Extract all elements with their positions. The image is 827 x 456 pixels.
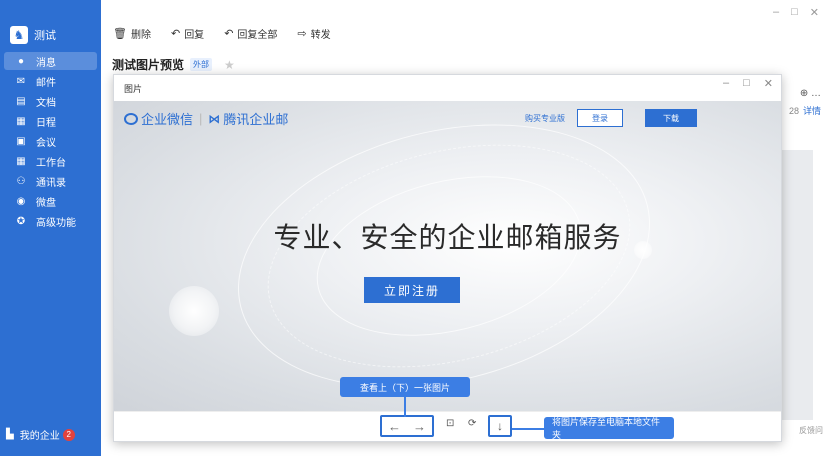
sidebar-item-label: 日程 <box>36 117 56 129</box>
window-controls: – □ ✕ <box>773 6 819 19</box>
preview-window-controls: – □ ✕ <box>723 77 773 90</box>
sidebar-item-4[interactable]: ▣ 会议 <box>4 132 97 150</box>
sidebar-nav: ● 消息 ✉ 邮件 ▤ 文档 ▦ 日程 ▣ 会议 ▦ 工作台 ⚇ 通讯录 ◉ 微盘 ✪ 高级功能 <box>0 52 101 230</box>
sidebar-item-8[interactable]: ✪ 高级功能 <box>4 212 97 230</box>
sidebar: ♞ 测试 ● 消息 ✉ 邮件 ▤ 文档 ▦ 日程 ▣ 会议 ▦ 工作台 ⚇ 通讯录 ◉ 微盘 ✪ 高级功能 ▙ 我… <box>0 0 101 456</box>
sidebar-item-6[interactable]: ⚇ 通讯录 <box>4 172 97 190</box>
reply-label: 回复 <box>184 30 205 41</box>
preview-minimize-icon[interactable]: – <box>723 77 729 90</box>
sidebar-item-label: 通讯录 <box>36 177 66 189</box>
sidebar-item-7[interactable]: ◉ 微盘 <box>4 192 97 210</box>
org-logo-icon: ♞ <box>10 26 28 44</box>
trash-icon: 🗑 <box>113 28 127 40</box>
feedback-link[interactable]: 反馈问 <box>799 425 823 436</box>
tencent-mail-name: 腾讯企业邮 <box>223 112 289 127</box>
forward-button[interactable]: ⇨ 转发 <box>297 26 330 41</box>
tencent-mail-brand: ⋈ 腾讯企业邮 <box>208 109 288 128</box>
prev-image-icon[interactable]: ← <box>388 419 401 434</box>
download-icon: ↓ <box>497 419 503 433</box>
wework-brand: 企业微信 <box>124 109 193 128</box>
rotate-icon[interactable]: ⟳ <box>468 418 476 429</box>
detail-label: 详情 <box>802 106 821 116</box>
mail-icon: ✉ <box>16 75 26 87</box>
nav-tip-connector <box>404 397 406 417</box>
nav-tip-callout: 查看上（下）一张图片 <box>340 377 470 397</box>
reply-all-icon: ↶ <box>224 28 234 40</box>
org-header[interactable]: ♞ 测试 <box>0 18 101 52</box>
brand-logos: 企业微信 | ⋈ 腾讯企业邮 <box>124 109 288 128</box>
original-size-icon[interactable]: ⊡ <box>446 418 454 429</box>
preview-close-icon[interactable]: ✕ <box>764 77 773 90</box>
attachment-placeholder <box>779 150 813 420</box>
preview-toolbar: ← → ⊡ ⟳ ↓ <box>114 411 781 441</box>
prev-next-group: ← → <box>380 415 434 437</box>
maximize-icon[interactable]: □ <box>791 6 798 19</box>
advanced-icon: ✪ <box>16 215 26 227</box>
close-icon[interactable]: ✕ <box>810 6 819 19</box>
forward-label: 转发 <box>310 30 331 41</box>
slogan: 专业、安全的企业邮箱服务 <box>273 222 622 253</box>
tencent-mail-logo-icon: ⋈ <box>208 111 221 126</box>
save-tip-callout: 将图片保存至电脑本地文件夹 <box>544 417 674 440</box>
sidebar-item-label: 工作台 <box>36 157 66 169</box>
forward-icon: ⇨ <box>297 28 307 40</box>
wework-name: 企业微信 <box>141 112 194 127</box>
delete-label: 删除 <box>130 30 151 41</box>
enterprise-icon: ▙ <box>6 429 14 440</box>
sidebar-item-0[interactable]: ● 消息 <box>4 52 97 70</box>
sidebar-item-label: 高级功能 <box>36 217 76 229</box>
sidebar-item-label: 会议 <box>36 137 56 149</box>
calendar-icon: ▦ <box>16 115 26 127</box>
mail-header: 测试图片预览 外部 ★ <box>112 56 235 73</box>
chat-bubble-icon: ● <box>17 55 25 67</box>
brand-separator: | <box>199 111 203 126</box>
decor-orb <box>169 286 219 336</box>
mail-subject: 测试图片预览 <box>112 58 185 72</box>
reply-all-label: 回复全部 <box>237 30 278 41</box>
preview-title: 图片 <box>124 84 143 94</box>
preview-maximize-icon[interactable]: □ <box>743 77 750 90</box>
sidebar-item-3[interactable]: ▦ 日程 <box>4 112 97 130</box>
more-actions[interactable]: ⊕ … <box>800 88 821 99</box>
sidebar-item-label: 文档 <box>36 97 56 109</box>
minimize-icon[interactable]: – <box>773 6 779 19</box>
drive-icon: ◉ <box>16 195 26 207</box>
next-image-icon[interactable]: → <box>413 419 426 434</box>
download-button: 下载 <box>645 109 697 127</box>
buy-pro-link: 购买专业版 <box>525 113 565 123</box>
sidebar-item-label: 消息 <box>36 57 56 69</box>
image-nav: 购买专业版 登录 下载 <box>525 109 697 127</box>
register-button: 立即注册 <box>364 277 460 303</box>
recipient-count: 28 <box>788 106 799 116</box>
sidebar-item-label: 邮件 <box>36 77 56 89</box>
my-enterprise[interactable]: ▙ 我的企业 2 <box>6 427 75 442</box>
external-tag: 外部 <box>190 58 213 71</box>
sidebar-item-label: 微盘 <box>36 197 56 209</box>
workbench-icon: ▦ <box>16 155 26 167</box>
document-icon: ▤ <box>16 95 26 107</box>
notification-badge: 2 <box>62 428 75 441</box>
save-image-button[interactable]: ↓ <box>488 415 512 437</box>
delete-button[interactable]: 🗑 删除 <box>113 26 151 41</box>
sidebar-item-1[interactable]: ✉ 邮件 <box>4 72 97 90</box>
org-name: 测试 <box>34 30 56 42</box>
my-enterprise-label: 我的企业 <box>19 431 60 442</box>
wework-logo-icon <box>124 112 138 125</box>
star-icon[interactable]: ★ <box>224 58 235 72</box>
save-tip-connector <box>512 428 544 430</box>
login-button: 登录 <box>577 109 623 127</box>
preview-image: 企业微信 | ⋈ 腾讯企业邮 购买专业版 登录 下载 专业、安全的企业邮箱服务 … <box>114 101 781 413</box>
contacts-icon: ⚇ <box>16 175 26 187</box>
reply-all-button[interactable]: ↶ 回复全部 <box>224 26 277 41</box>
reply-icon: ↶ <box>170 28 181 40</box>
mail-toolbar: 🗑 删除 ↶ 回复 ↶ 回复全部 ⇨ 转发 <box>113 26 331 41</box>
detail-link[interactable]: 28 详情 <box>789 104 821 117</box>
sidebar-item-5[interactable]: ▦ 工作台 <box>4 152 97 170</box>
reply-button[interactable]: ↶ 回复 <box>171 26 204 41</box>
meeting-icon: ▣ <box>16 135 26 147</box>
sidebar-item-2[interactable]: ▤ 文档 <box>4 92 97 110</box>
